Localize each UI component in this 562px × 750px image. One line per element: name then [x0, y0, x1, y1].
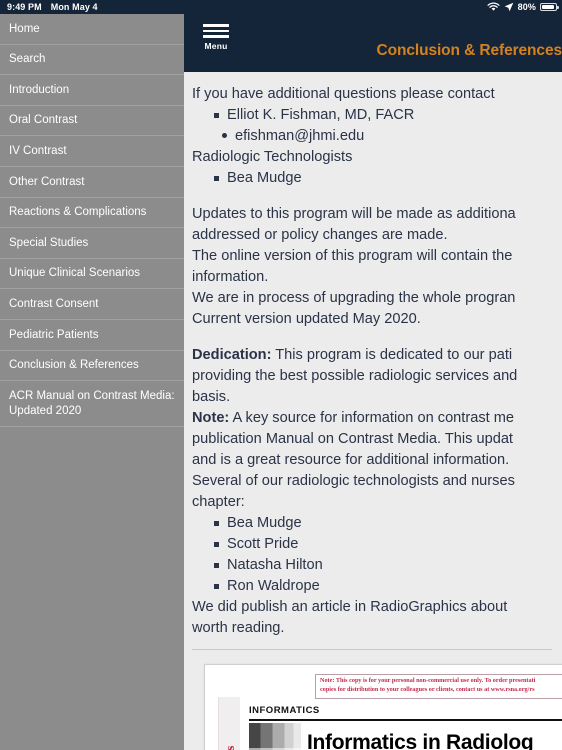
sidebar-item-label: Pediatric Patients	[9, 328, 99, 341]
dedication-line-2: providing the best possible radiologic s…	[192, 368, 518, 384]
note-line-5: chapter:	[192, 494, 245, 510]
status-bar-date: Mon May 4	[50, 2, 98, 12]
content-area[interactable]: If you have additional questions please …	[184, 72, 562, 750]
section-divider	[192, 649, 552, 650]
sidebar-item-acr-manual[interactable]: ACR Manual on Contrast Media: Updated 20…	[0, 381, 184, 428]
page-title: Conclusion & References	[376, 42, 562, 59]
sidebar-item-conclusion-references[interactable]: Conclusion & References	[0, 351, 184, 382]
dedication-line-3: basis.	[192, 389, 231, 405]
sidebar-item-label: Contrast Consent	[9, 297, 99, 310]
dedication-label: Dedication:	[192, 347, 272, 363]
sidebar-item-reactions-complications[interactable]: Reactions & Complications	[0, 198, 184, 229]
updates-line-1: Updates to this program will be made as …	[192, 206, 516, 222]
menu-button-label: Menu	[204, 40, 228, 51]
sidebar-item-label: Special Studies	[9, 236, 89, 249]
sidebar-item-label: Reactions & Complications	[9, 206, 147, 219]
contact-list: Elliot K. Fishman, MD, FACR	[192, 105, 562, 126]
sidebar-item-label: IV Contrast	[9, 144, 67, 157]
sidebar-item-label: Introduction	[9, 83, 70, 96]
tech-list: Bea Mudge	[192, 168, 562, 189]
hamburger-menu-icon	[203, 24, 229, 38]
status-bar-time: 9:49 PM	[7, 2, 42, 12]
list-item[interactable]: efishman@jhmi.edu	[222, 126, 562, 147]
content-inner: If you have additional questions please …	[184, 72, 562, 750]
article-copyright-notice: Note: This copy is for your personal non…	[315, 674, 562, 699]
wifi-icon	[487, 2, 500, 11]
status-bar: 9:49 PM Mon May 4 80%	[0, 0, 562, 14]
sidebar-menu[interactable]: Home Search Introduction Oral Contrast I…	[0, 14, 184, 750]
battery-icon	[540, 3, 559, 11]
updates-line-6: Current version updated May 2020.	[192, 311, 421, 327]
credits-list: Bea Mudge Scott Pride Natasha Hilton Ron…	[192, 513, 562, 597]
note-line-1: Note: A key source for information on co…	[192, 408, 562, 429]
sidebar-item-label: Unique Clinical Scenarios	[9, 267, 141, 280]
sidebar-item-search[interactable]: Search	[0, 45, 184, 76]
list-item: Bea Mudge	[214, 168, 562, 189]
updates-line-5: We are in process of upgrading the whole…	[192, 290, 516, 306]
article-spine-text: phics	[222, 746, 238, 750]
sidebar-item-label: Oral Contrast	[9, 114, 78, 127]
status-bar-indicators: 80%	[487, 2, 559, 12]
sidebar-item-label: Search	[9, 53, 46, 66]
dedication-line-1: Dedication: This program is dedicated to…	[192, 345, 562, 366]
sidebar-item-introduction[interactable]: Introduction	[0, 75, 184, 106]
list-item: Natasha Hilton	[214, 555, 562, 576]
sidebar-item-label: Other Contrast	[9, 175, 85, 188]
contact-intro: If you have additional questions please …	[192, 86, 495, 102]
sidebar-item-special-studies[interactable]: Special Studies	[0, 228, 184, 259]
article-section-label: INFORMATICS	[249, 705, 320, 716]
closing-line-2: worth reading.	[192, 620, 285, 636]
list-item: Ron Waldrope	[214, 576, 562, 597]
dedication-text: This program is dedicated to our pati	[271, 347, 513, 363]
sidebar-item-label: Conclusion & References	[9, 359, 139, 372]
note-label: Note:	[192, 410, 230, 426]
sidebar-item-unique-clinical-scenarios[interactable]: Unique Clinical Scenarios	[0, 259, 184, 290]
sidebar-item-iv-contrast[interactable]: IV Contrast	[0, 136, 184, 167]
sidebar-item-label: Home	[9, 22, 40, 35]
battery-percent-label: 80%	[517, 2, 536, 12]
app-header: Menu Conclusion & References	[184, 14, 562, 72]
article-notice-line-2: copies for distribution to your colleagu…	[320, 685, 535, 693]
menu-button[interactable]: Menu	[196, 24, 236, 51]
list-item: Bea Mudge	[214, 513, 562, 534]
updates-line-3: The online version of this program will …	[192, 248, 513, 264]
article-title: Informatics in Radiolog	[307, 731, 534, 750]
tech-heading: Radiologic Technologists	[192, 149, 353, 165]
note-line-3: and is a great resource for additional i…	[192, 452, 510, 468]
sidebar-item-contrast-consent[interactable]: Contrast Consent	[0, 289, 184, 320]
updates-line-4: information.	[192, 269, 269, 285]
sidebar-item-other-contrast[interactable]: Other Contrast	[0, 167, 184, 198]
radiographics-article-image[interactable]: Note: This copy is for your personal non…	[204, 664, 562, 750]
article-thumbnail-image	[249, 723, 301, 750]
article-notice-line-1: Note: This copy is for your personal non…	[320, 677, 536, 684]
sidebar-item-pediatric-patients[interactable]: Pediatric Patients	[0, 320, 184, 351]
sidebar-item-oral-contrast[interactable]: Oral Contrast	[0, 106, 184, 137]
sidebar-item-home[interactable]: Home	[0, 14, 184, 45]
article-rule	[249, 719, 562, 721]
note-line-4: Several of our radiologic technologists …	[192, 473, 515, 489]
article-journal-spine: phics	[218, 697, 240, 750]
updates-line-2: addressed or policy changes are made.	[192, 227, 448, 243]
closing-line-1: We did publish an article in RadioGraphi…	[192, 599, 508, 615]
list-item: Elliot K. Fishman, MD, FACR	[214, 105, 562, 126]
list-item: Scott Pride	[214, 534, 562, 555]
contact-email-list: efishman@jhmi.edu	[192, 126, 562, 147]
note-line-2: publication Manual on Contrast Media. Th…	[192, 431, 513, 447]
note-text: A key source for information on contrast…	[229, 410, 515, 426]
location-arrow-icon	[504, 2, 513, 12]
sidebar-item-label: ACR Manual on Contrast Media: Updated 20…	[9, 390, 175, 417]
